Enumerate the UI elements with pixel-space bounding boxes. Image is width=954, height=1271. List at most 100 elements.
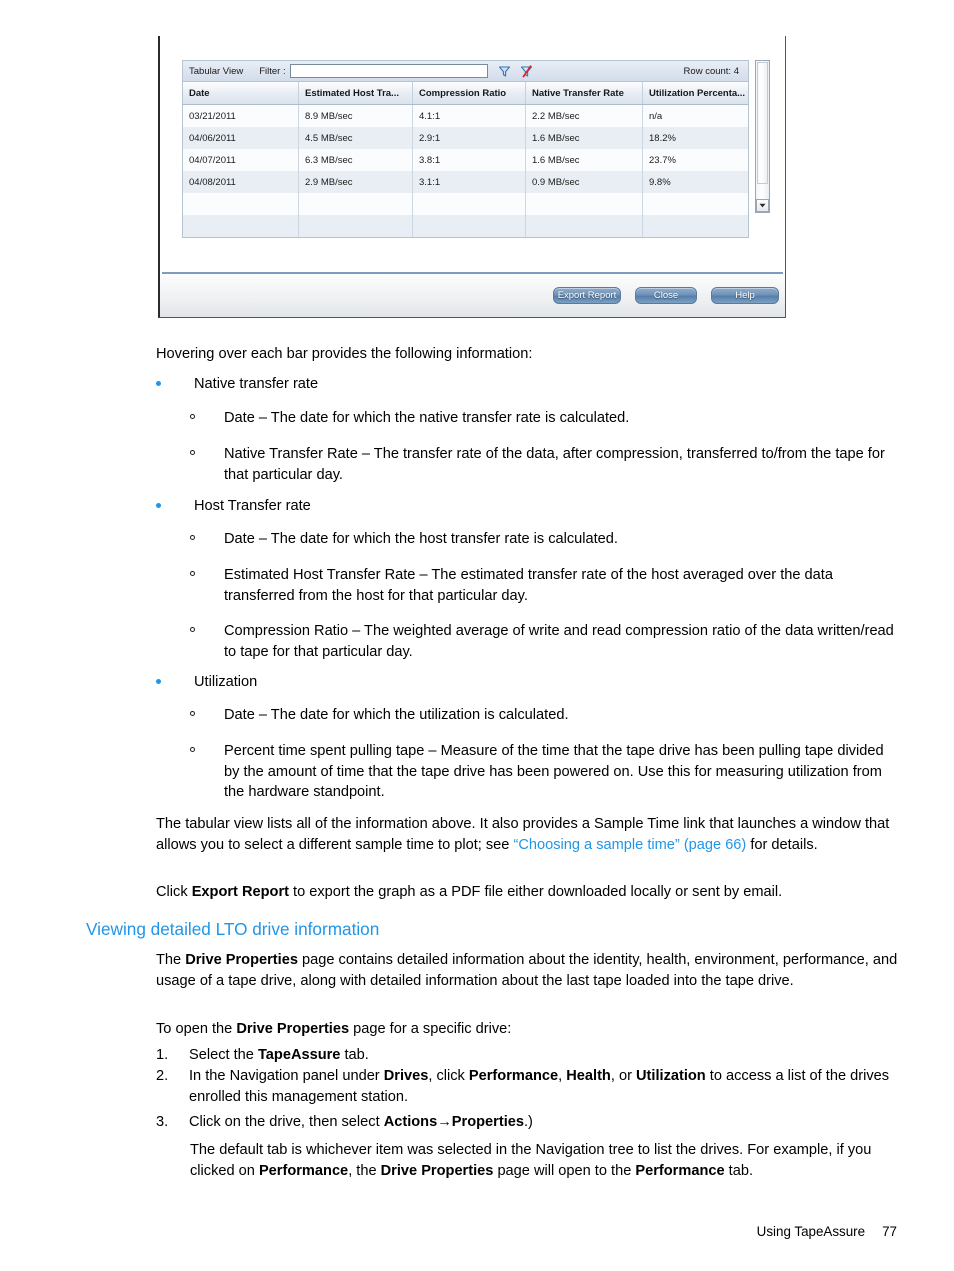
column-header-est-host[interactable]: Estimated Host Tra...: [299, 82, 413, 104]
dialog-button-bar: Export Report Close Help: [160, 274, 785, 317]
column-header-date[interactable]: Date: [183, 82, 299, 104]
step2-c: , click: [428, 1068, 469, 1084]
footer-chapter-label: Using TapeAssure: [756, 1224, 866, 1239]
export-text-2: to export the graph as a PDF file either…: [288, 884, 783, 900]
step2-a: In the Navigation panel under: [189, 1068, 384, 1084]
to-open-text-1: To open the: [156, 1021, 237, 1037]
dt-text-2: , the: [348, 1162, 381, 1179]
cell-date: 04/06/2011: [183, 127, 299, 149]
scroll-down-arrow-icon[interactable]: [756, 199, 769, 212]
cell-est-host: 4.5 MB/sec: [299, 127, 413, 149]
export-report-button[interactable]: Export Report: [553, 287, 621, 304]
sub-bullet-text: Percent time spent pulling tape – Measur…: [224, 743, 884, 800]
tabular-view-paragraph: The tabular view lists all of the inform…: [156, 814, 898, 855]
section-heading: Viewing detailed LTO drive information: [86, 919, 380, 939]
sub-bullet-ring-icon: [190, 571, 195, 576]
cell-utilization: 18.2%: [649, 132, 676, 144]
filter-input[interactable]: [289, 64, 488, 78]
step-text: Select the TapeAssure tab.: [189, 1045, 898, 1066]
cell-utilization: n/a: [649, 110, 663, 122]
grid-toolbar: Tabular View Filter : Row count: 4: [183, 61, 748, 82]
dp-text-1: The: [156, 952, 186, 968]
step-text: Click on the drive, then select Actions→…: [189, 1112, 898, 1133]
cell-compression: 2.9:1: [413, 127, 526, 149]
sub-bullet-text: Date – The date for which the utilizatio…: [224, 707, 569, 723]
cell-est-host: 8.9 MB/sec: [299, 105, 413, 127]
page-number: 77: [882, 1224, 897, 1239]
column-header-compression[interactable]: Compression Ratio: [413, 82, 526, 104]
export-report-paragraph: Click Export Report to export the graph …: [156, 882, 898, 903]
bullet-native-transfer-rate: Native transfer rate: [156, 374, 896, 395]
data-grid-main: Tabular View Filter : Row count: 4 Date …: [182, 60, 749, 238]
drive-properties-paragraph: The Drive Properties page contains detai…: [156, 950, 898, 991]
filter-label: Filter :: [259, 65, 286, 77]
table-row-empty[interactable]: [183, 193, 748, 215]
intro-paragraph: Hovering over each bar provides the foll…: [156, 346, 533, 362]
health-bold: Health: [566, 1068, 611, 1084]
cell-date: 04/08/2011: [183, 171, 299, 193]
step-text: In the Navigation panel under Drives, cl…: [189, 1066, 898, 1107]
actions-bold: Actions: [383, 1114, 438, 1130]
vertical-scrollbar[interactable]: [755, 60, 770, 213]
step3-a: Click on the drive, then select: [189, 1114, 384, 1130]
sub-bullet-host-date: Date – The date for which the host trans…: [190, 529, 896, 550]
cell-native-rate: 0.9 MB/sec: [526, 171, 643, 193]
cell-date: 04/07/2011: [183, 149, 299, 171]
table-row[interactable]: 04/06/2011 4.5 MB/sec 2.9:1 1.6 MB/sec 1…: [183, 127, 748, 149]
bullet-host-transfer-rate: Host Transfer rate: [156, 496, 896, 517]
bullet-label: Native transfer rate: [194, 376, 319, 392]
step-1: 1. Select the TapeAssure tab.: [156, 1045, 898, 1066]
cell-utilization: 23.7%: [649, 154, 676, 166]
filter-funnel-icon[interactable]: [498, 65, 511, 78]
performance-bold: Performance: [258, 1162, 349, 1179]
sub-bullet-text: Estimated Host Transfer Rate – The estim…: [224, 567, 833, 604]
to-open-paragraph: To open the Drive Properties page for a …: [156, 1019, 898, 1040]
drive-properties-bold: Drive Properties: [236, 1021, 350, 1037]
row-count-label: Row count: 4: [683, 65, 739, 77]
bullet-dot-icon: [156, 679, 161, 684]
cell-compression: 3.8:1: [413, 149, 526, 171]
sub-bullet-text: Compression Ratio – The weighted average…: [224, 623, 894, 660]
close-button[interactable]: Close: [635, 287, 697, 304]
tabular-text-2: for details.: [746, 836, 818, 853]
step1-c: tab.: [340, 1047, 369, 1063]
drives-bold: Drives: [383, 1068, 429, 1084]
dt-text-3: page will open to the: [493, 1162, 636, 1179]
cell-native-rate: 1.6 MB/sec: [526, 149, 643, 171]
cell-compression: 3.1:1: [413, 171, 526, 193]
cell-est-host: 6.3 MB/sec: [299, 149, 413, 171]
grid-header-row: Date Estimated Host Tra... Compression R…: [183, 82, 748, 105]
sub-bullet-compression-ratio: Compression Ratio – The weighted average…: [190, 621, 896, 662]
performance-bold: Performance: [468, 1068, 559, 1084]
default-tab-paragraph: The default tab is whichever item was se…: [190, 1140, 898, 1181]
page-footer: Using TapeAssure 77: [0, 1224, 897, 1239]
tabular-view-label: Tabular View: [189, 65, 244, 77]
properties-bold: Properties: [451, 1114, 524, 1130]
step1-a: Select the: [189, 1047, 258, 1063]
bullet-dot-icon: [156, 381, 161, 386]
sub-bullet-ring-icon: [190, 414, 195, 419]
sub-bullet-native-rate: Native Transfer Rate – The transfer rate…: [190, 444, 896, 485]
table-row[interactable]: 04/07/2011 6.3 MB/sec 3.8:1 1.6 MB/sec 2…: [183, 149, 748, 171]
tabular-view-dialog-screenshot: Tabular View Filter : Row count: 4 Date …: [158, 36, 786, 318]
column-header-utilization[interactable]: Utilization Percenta...: [643, 82, 748, 104]
tapeassure-bold: TapeAssure: [257, 1047, 341, 1063]
export-text-1: Click: [156, 884, 192, 900]
choosing-sample-time-link[interactable]: “Choosing a sample time”: [513, 837, 679, 853]
step-3: 3. Click on the drive, then select Actio…: [156, 1112, 898, 1133]
data-grid: Tabular View Filter : Row count: 4 Date …: [182, 60, 770, 238]
performance-bold: Performance: [635, 1162, 725, 1179]
arrow-icon: →: [437, 1114, 452, 1130]
column-header-native-rate[interactable]: Native Transfer Rate: [526, 82, 643, 104]
clear-filter-icon[interactable]: [520, 64, 533, 78]
page-66-link[interactable]: (page 66): [684, 837, 746, 853]
step-2: 2. In the Navigation panel under Drives,…: [156, 1066, 898, 1107]
help-button[interactable]: Help: [711, 287, 779, 304]
dt-text-4: tab.: [724, 1162, 754, 1179]
table-row[interactable]: 04/08/2011 2.9 MB/sec 3.1:1 0.9 MB/sec 9…: [183, 171, 748, 193]
bullet-label: Utilization: [194, 674, 258, 690]
scrollbar-thumb[interactable]: [757, 62, 768, 184]
step-marker: 1.: [156, 1047, 169, 1063]
table-row-empty[interactable]: [183, 215, 748, 237]
table-row[interactable]: 03/21/2011 8.9 MB/sec 4.1:1 2.2 MB/sec n…: [183, 105, 748, 127]
